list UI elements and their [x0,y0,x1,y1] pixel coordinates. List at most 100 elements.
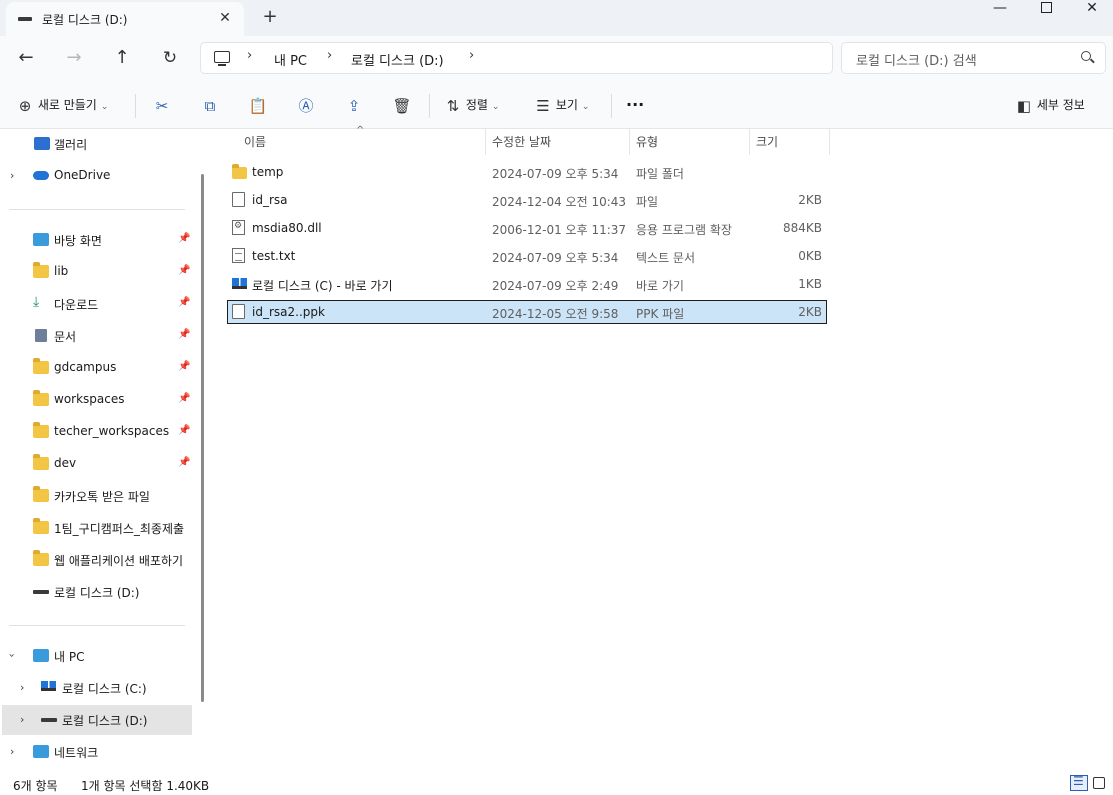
maximize-button[interactable] [1023,0,1069,20]
pin-icon: 📌 [178,233,191,244]
chevron-right-icon[interactable]: › [10,169,14,182]
pin-icon: 📌 [178,457,191,468]
cut-icon[interactable]: ✂ [151,95,173,117]
plus-circle-icon: ⊕ [18,96,32,115]
address-bar[interactable]: › 내 PC › 로컬 디스크 (D:) › [200,42,833,74]
sidebar-item-dev[interactable]: dev 📌 [0,449,196,479]
details-pane-button[interactable]: ◧ 세부 정보 [1015,93,1085,117]
divider [9,625,185,626]
column-divider[interactable] [485,129,486,155]
column-divider[interactable] [749,129,750,155]
pin-icon: 📌 [178,425,191,436]
column-header-type[interactable]: 유형 [636,133,658,155]
delete-icon[interactable]: 🗑 [391,95,413,117]
sidebar-item-techer-workspaces[interactable]: techer_workspaces 📌 [0,417,196,447]
file-modified: 2024-12-04 오전 10:43 [492,195,627,209]
sidebar-item-local-disk-d[interactable]: › 로컬 디스크 (D:) [2,705,192,735]
title-bar: 로컬 디스크 (D:) ✕ + — ✕ [0,0,1113,36]
file-row-shortcut-c[interactable]: 로컬 디스크 (C) - 바로 가기 2024-07-09 오후 2:49 바로… [228,273,826,295]
tab-local-disk-d[interactable]: 로컬 디스크 (D:) ✕ [6,2,244,36]
sidebar-item-workspaces[interactable]: workspaces 📌 [0,385,196,415]
column-header-size[interactable]: 크기 [756,133,778,155]
navigation-bar: ← → ↑ ↻ › 내 PC › 로컬 디스크 (D:) › 로컬 디스크 (D… [0,36,1113,82]
chevron-right-icon[interactable]: › [20,713,24,726]
sidebar-item-local-disk-c[interactable]: › 로컬 디스크 (C:) [0,673,196,703]
sidebar-item-label: 로컬 디스크 (D:) [62,714,148,728]
sidebar-item-label: 웹 애플리케이션 배포하기 [54,554,184,568]
more-options-button[interactable]: ··· [626,93,644,117]
status-bar: 6개 항목 1개 항목 선택함 1.40KB [0,769,1113,795]
search-placeholder: 로컬 디스크 (D:) 검색 [856,54,977,69]
pin-icon: 📌 [178,329,191,340]
file-modified: 2024-07-09 오후 5:34 [492,251,619,265]
sidebar-item-onedrive[interactable]: › OneDrive [0,161,196,191]
folder-icon [33,358,49,374]
close-window-button[interactable]: ✕ [1069,0,1113,20]
column-header-name[interactable]: 이름 [244,133,266,155]
search-box[interactable]: 로컬 디스크 (D:) 검색 [841,42,1106,74]
back-button[interactable]: ← [11,45,41,71]
sidebar-item-gdcampus[interactable]: gdcampus 📌 [0,353,196,383]
view-button[interactable]: ☰ 보기 ⌄ [534,93,589,117]
chevron-right-icon[interactable]: › [247,48,252,63]
new-button[interactable]: ⊕ 새로 만들기 ⌄ [16,93,109,117]
shortcut-icon [232,278,247,289]
file-name: temp [252,165,284,179]
column-divider[interactable] [829,129,830,155]
sidebar-item-this-pc[interactable]: › 내 PC [0,641,196,671]
sidebar-item-label: 로컬 디스크 (C:) [62,682,147,696]
details-pane-icon: ◧ [1016,96,1032,115]
file-icon [232,192,245,207]
new-tab-button[interactable]: + [258,5,282,29]
share-icon[interactable]: ⇪ [343,95,365,117]
sidebar-item-documents[interactable]: 문서 📌 [0,321,196,351]
tiles-view-icon[interactable] [1093,777,1105,789]
file-row-id-rsa2-ppk[interactable]: id_rsa2..ppk 2024-12-05 오전 9:58 PPK 파일 2… [227,300,827,324]
new-label: 새로 만들기 [37,98,97,112]
sidebar-item-kakaotalk-files[interactable]: 카카오톡 받은 파일 [0,481,196,511]
file-name: msdia80.dll [252,221,322,235]
folder-icon [33,550,49,566]
sidebar-item-label: OneDrive [54,168,111,182]
sidebar-item-downloads[interactable]: ⤓ 다운로드 📌 [0,289,196,319]
sidebar-item-gallery[interactable]: 갤러리 [0,129,196,159]
chevron-down-icon[interactable]: › [6,653,19,657]
refresh-button[interactable]: ↻ [155,45,185,71]
file-row-msdia80-dll[interactable]: msdia80.dll 2006-12-01 오후 11:37 응용 프로그램 … [228,217,826,239]
breadcrumb-local-disk-d[interactable]: 로컬 디스크 (D:) [351,50,444,69]
sidebar-item-lib[interactable]: lib 📌 [0,257,196,287]
copy-icon[interactable]: ⧉ [199,95,221,117]
file-name: id_rsa [252,193,288,207]
chevron-right-icon[interactable]: › [20,681,24,694]
sidebar-item-local-disk-d-quick[interactable]: 로컬 디스크 (D:) [0,577,196,607]
divider [9,209,185,210]
chevron-right-icon[interactable]: › [327,48,332,63]
sort-button[interactable]: ⇅ 정렬 ⌄ [444,93,500,117]
file-row-temp[interactable]: temp 2024-07-09 오후 5:34 파일 폴더 [228,161,826,183]
chevron-right-icon[interactable]: › [10,745,14,758]
folder-icon [33,486,49,502]
rename-icon[interactable]: Ⓐ [295,95,317,117]
close-tab-icon[interactable]: ✕ [214,7,236,29]
paste-icon[interactable]: 📋 [247,95,269,117]
network-icon [33,745,49,758]
sort-icon: ⇅ [446,96,460,115]
details-view-icon[interactable] [1070,774,1088,791]
computer-icon [33,649,49,662]
sidebar-scrollbar[interactable] [201,174,204,702]
file-row-id-rsa[interactable]: id_rsa 2024-12-04 오전 10:43 파일 2KB [228,189,826,211]
windows-drive-icon [41,681,56,691]
sidebar-item-network[interactable]: › 네트워크 [0,737,196,767]
sidebar-item-team1-final[interactable]: 1팀_구디캠퍼스_최종제출 [0,513,196,543]
breadcrumb-this-pc[interactable]: 내 PC [274,50,307,69]
column-divider[interactable] [629,129,630,155]
forward-button[interactable]: → [59,45,89,71]
sidebar-item-desktop[interactable]: 바탕 화면 📌 [0,225,196,255]
column-header-modified[interactable]: 수정한 날짜 [492,133,551,155]
chevron-right-icon[interactable]: › [469,48,474,63]
sidebar-item-web-deploy[interactable]: 웹 애플리케이션 배포하기 [0,545,196,575]
up-button[interactable]: ↑ [107,45,137,71]
minimize-button[interactable]: — [977,0,1023,20]
file-row-test-txt[interactable]: test.txt 2024-07-09 오후 5:34 텍스트 문서 0KB [228,245,826,267]
chevron-down-icon: ⌄ [100,102,109,112]
